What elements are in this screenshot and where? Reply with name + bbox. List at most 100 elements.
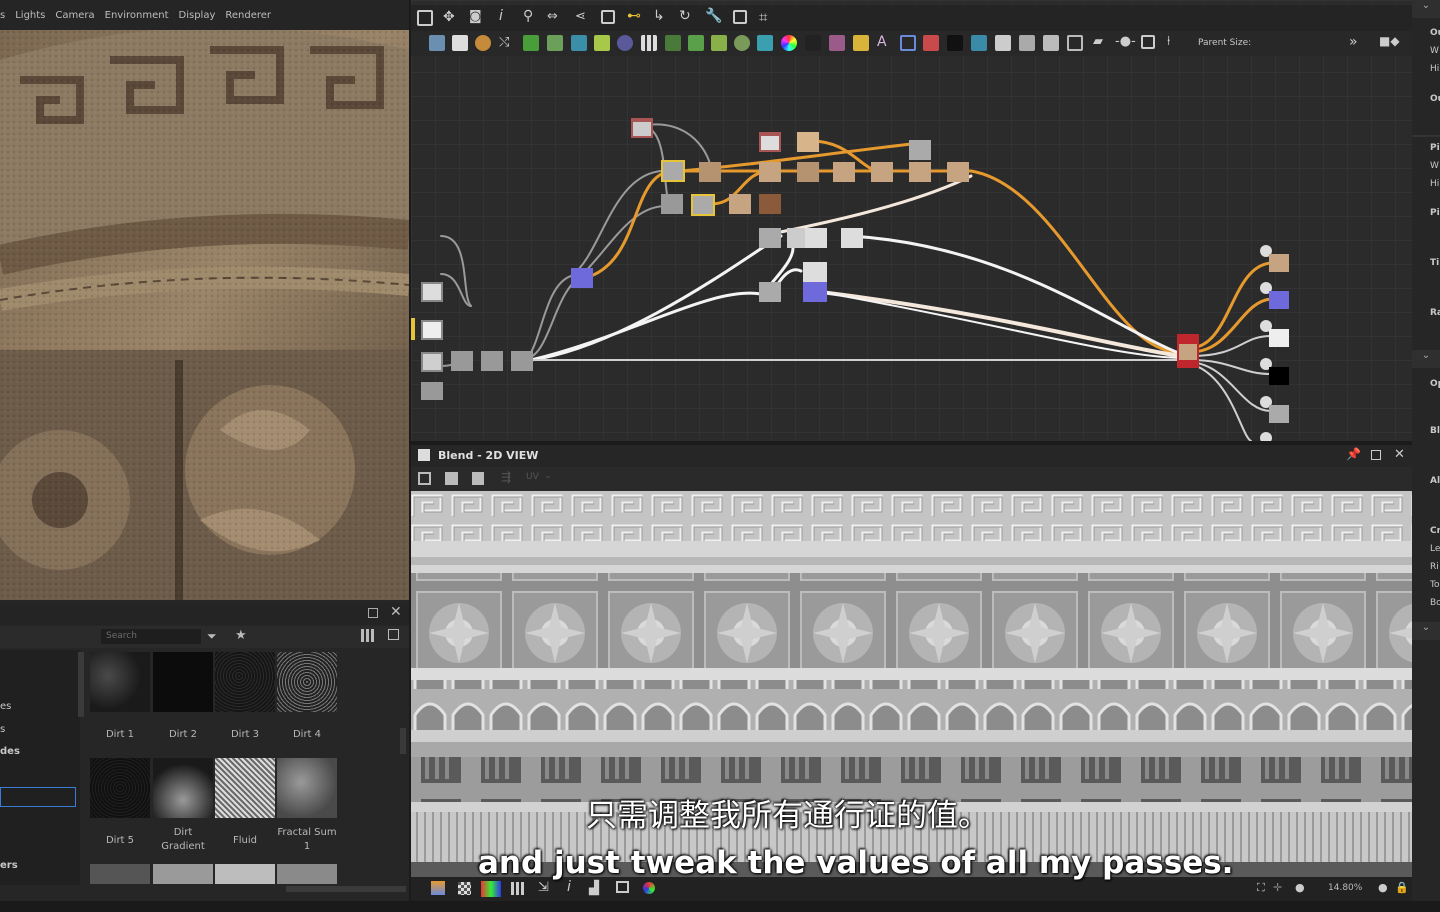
comment-icon[interactable]: ▰: [1093, 34, 1109, 50]
library-thumb-dirt-3[interactable]: [215, 652, 275, 712]
node-cells-icon[interactable]: [688, 35, 704, 51]
pin-icon[interactable]: 📌: [1346, 447, 1361, 461]
save-icon[interactable]: [445, 472, 458, 485]
lock-icon[interactable]: 🔒: [1395, 881, 1409, 894]
wrench-icon[interactable]: 🔧: [705, 8, 722, 24]
node-bounds-icon[interactable]: [900, 35, 916, 51]
search-input[interactable]: Search: [101, 629, 201, 644]
color-sphere-icon[interactable]: [643, 882, 655, 894]
pin-icon[interactable]: ⍿: [1167, 34, 1183, 50]
info-icon[interactable]: i: [567, 879, 571, 895]
refresh-icon[interactable]: [388, 629, 399, 640]
node-tile-icon[interactable]: [641, 35, 657, 51]
fit-icon[interactable]: ⛶: [1257, 881, 1265, 895]
copy-icon[interactable]: [418, 472, 431, 485]
library-thumb-partial[interactable]: [215, 864, 275, 884]
node-transform-icon[interactable]: [571, 35, 587, 51]
panel-collapse-button[interactable]: ⌄: [1412, 622, 1440, 640]
3d-viewport[interactable]: [0, 0, 409, 600]
move-icon[interactable]: ✥: [443, 9, 459, 25]
library-thumb-dirt-1[interactable]: [90, 652, 150, 712]
dot-icon[interactable]: ●: [1378, 881, 1388, 894]
close-icon[interactable]: ✕: [1394, 447, 1405, 462]
node-distance-icon[interactable]: [971, 35, 987, 51]
tree-item[interactable]: es: [0, 701, 11, 712]
histogram-icon[interactable]: ▟: [589, 881, 599, 896]
portal-icon[interactable]: [1141, 35, 1155, 49]
panel-collapse-button[interactable]: ⌄: [1412, 350, 1440, 368]
node-graph-icon[interactable]: [1043, 35, 1059, 51]
dot-icon[interactable]: ●: [1295, 881, 1305, 894]
share-icon[interactable]: ⋖: [575, 9, 591, 25]
node-noise-icon[interactable]: [805, 35, 821, 51]
library-thumb-partial[interactable]: [153, 864, 213, 884]
menu-item-partial[interactable]: s: [0, 10, 5, 21]
crop-icon[interactable]: ⌗: [759, 8, 775, 26]
node-splatter-icon[interactable]: [665, 35, 681, 51]
menu-item-lights[interactable]: Lights: [15, 10, 45, 21]
uv-dropdown[interactable]: UV: [526, 472, 539, 482]
route-icon[interactable]: ↳: [653, 8, 669, 24]
grid-view-icon[interactable]: [361, 629, 374, 642]
node-levels-icon[interactable]: [757, 35, 773, 51]
tree-item-selected[interactable]: [0, 787, 76, 807]
menu-item-display[interactable]: Display: [179, 10, 216, 21]
transform-icon[interactable]: ⇲: [538, 880, 549, 895]
frame-icon[interactable]: [733, 10, 747, 24]
maximize-icon[interactable]: [1371, 450, 1381, 460]
node-text-icon[interactable]: A: [877, 34, 893, 50]
close-icon[interactable]: ✕: [390, 604, 402, 620]
color-channels-icon[interactable]: [481, 881, 501, 897]
node-output-icon[interactable]: [995, 35, 1011, 51]
node-value-icon[interactable]: [947, 35, 963, 51]
toggle-icon[interactable]: ■◆: [1379, 34, 1400, 48]
node-graph[interactable]: [411, 56, 1412, 441]
checker-icon[interactable]: [458, 882, 471, 895]
library-thumb-dirt-4[interactable]: [277, 652, 337, 712]
node-mask-icon[interactable]: [734, 35, 750, 51]
node-curve-icon[interactable]: [523, 35, 539, 51]
node-warp2-icon[interactable]: [829, 35, 845, 51]
menu-item-renderer[interactable]: Renderer: [225, 10, 271, 21]
favorite-icon[interactable]: ★: [235, 628, 247, 643]
panel-collapse-button[interactable]: ⌄: [1412, 0, 1440, 18]
tree-scrollbar[interactable]: [78, 652, 84, 717]
frame-all-icon[interactable]: [417, 10, 433, 26]
camera-icon[interactable]: ◙: [469, 9, 485, 25]
library-thumb-fluid[interactable]: [215, 758, 275, 818]
filter-icon[interactable]: ⏷: [207, 629, 217, 644]
node-frame-icon[interactable]: [1067, 35, 1083, 51]
info-icon[interactable]: i: [499, 8, 515, 24]
layout-icon[interactable]: [601, 10, 615, 24]
clipboard-icon[interactable]: [472, 472, 484, 485]
node-paint-icon[interactable]: [923, 35, 939, 51]
node-triangle-icon[interactable]: [853, 35, 869, 51]
zoom-level[interactable]: 14.80%: [1328, 883, 1362, 893]
library-thumb-dirt-2[interactable]: [153, 652, 213, 712]
chevron-down-icon[interactable]: ⌄: [544, 471, 552, 481]
node-shape-icon[interactable]: [617, 35, 633, 51]
node-blend-icon[interactable]: [711, 35, 727, 51]
channel-icon[interactable]: ⇶: [501, 470, 511, 484]
node-gradient-icon[interactable]: [594, 35, 610, 51]
menu-item-environment[interactable]: Environment: [105, 10, 169, 21]
node-bitmap-icon[interactable]: [429, 35, 445, 51]
link-icon[interactable]: ⇔: [547, 9, 563, 25]
tree-item[interactable]: s: [0, 724, 5, 735]
library-thumb-partial[interactable]: [90, 864, 150, 884]
refresh-icon[interactable]: ↻: [679, 8, 695, 24]
node-input-icon[interactable]: [1019, 35, 1035, 51]
node-svg-icon[interactable]: [452, 35, 468, 51]
library-scrollbar[interactable]: [400, 728, 406, 754]
library-hscrollbar[interactable]: [286, 886, 406, 892]
connect-icon[interactable]: ⊷: [627, 8, 643, 24]
tree-item[interactable]: des: [0, 746, 20, 757]
library-thumb-fractal-sum[interactable]: [277, 758, 337, 818]
center-icon[interactable]: ✛: [1273, 881, 1282, 894]
display-icon[interactable]: [616, 881, 629, 893]
tile-icon[interactable]: [511, 882, 524, 895]
pin-connect-icon[interactable]: -●-: [1115, 34, 1136, 50]
node-warp-icon[interactable]: [547, 35, 563, 51]
tree-item[interactable]: ers: [0, 860, 18, 871]
node-color-wheel-icon[interactable]: [781, 35, 797, 51]
